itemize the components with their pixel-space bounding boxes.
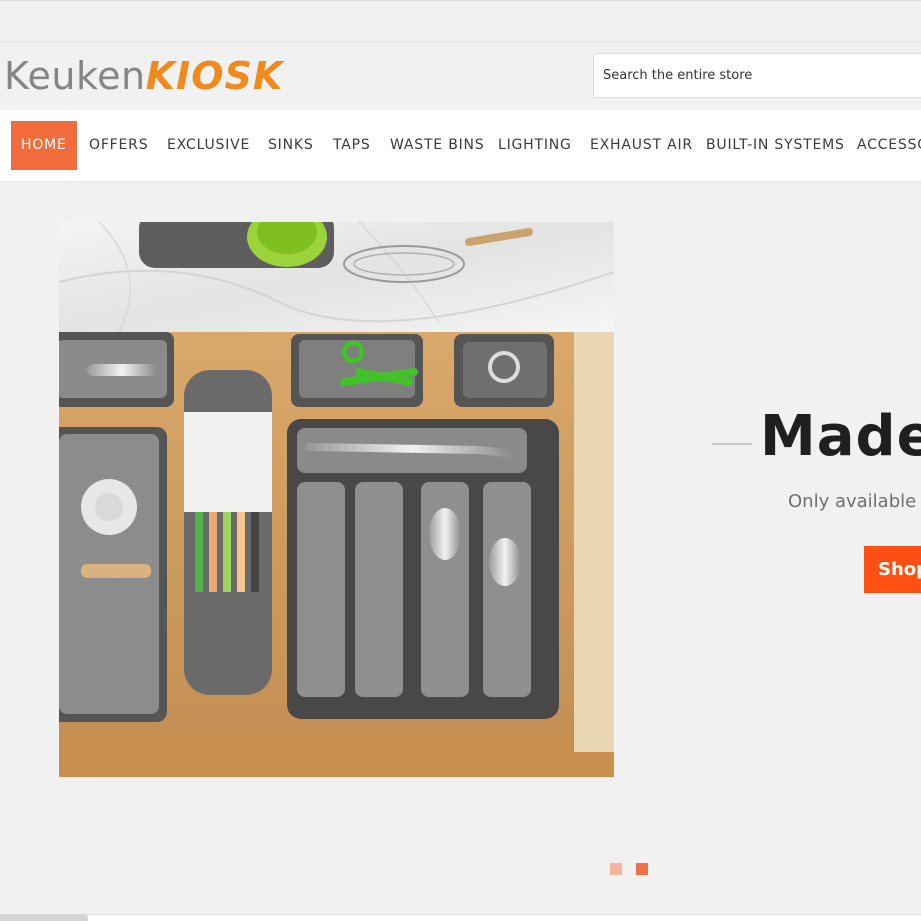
nav-item-built-in-systems[interactable]: BUILT-IN SYSTEMS: [706, 121, 845, 170]
brand-name-part1: Keuken: [4, 54, 146, 98]
bottom-strip: [0, 914, 921, 921]
slider-dot-2[interactable]: [636, 863, 648, 875]
shop-button[interactable]: Shop: [864, 546, 921, 593]
nav-item-offers[interactable]: OFFERS: [89, 121, 148, 170]
slider-dot-1[interactable]: [610, 863, 622, 875]
nav-item-sinks[interactable]: SINKS: [268, 121, 314, 170]
hero-slider: Made Only available Shop: [0, 182, 921, 914]
search-input[interactable]: [594, 54, 921, 97]
nav-item-accessories[interactable]: ACCESSORIES: [857, 121, 921, 170]
brand-name-part2: KIOSK: [145, 54, 284, 98]
nav-item-exhaust-air[interactable]: EXHAUST AIR: [590, 121, 693, 170]
headline-rule: [712, 443, 752, 445]
hero-headline: Made: [760, 404, 921, 469]
bottom-tab[interactable]: [0, 914, 88, 921]
main-nav: HOME OFFERS EXCLUSIVE SINKS TAPS WASTE B…: [0, 110, 921, 182]
search-box: [593, 53, 921, 98]
nav-item-taps[interactable]: TAPS: [333, 121, 371, 170]
brand-logo[interactable]: KeukenKIOSK: [4, 54, 283, 98]
top-bar: [0, 0, 921, 42]
nav-item-home[interactable]: HOME: [11, 121, 77, 170]
header: KeukenKIOSK: [0, 42, 921, 110]
hero-image: [59, 222, 614, 777]
nav-item-lighting[interactable]: LIGHTING: [498, 121, 572, 170]
nav-item-waste-bins[interactable]: WASTE BINS: [390, 121, 484, 170]
nav-item-exclusive[interactable]: EXCLUSIVE: [167, 121, 250, 170]
hero-subline: Only available: [788, 491, 917, 512]
